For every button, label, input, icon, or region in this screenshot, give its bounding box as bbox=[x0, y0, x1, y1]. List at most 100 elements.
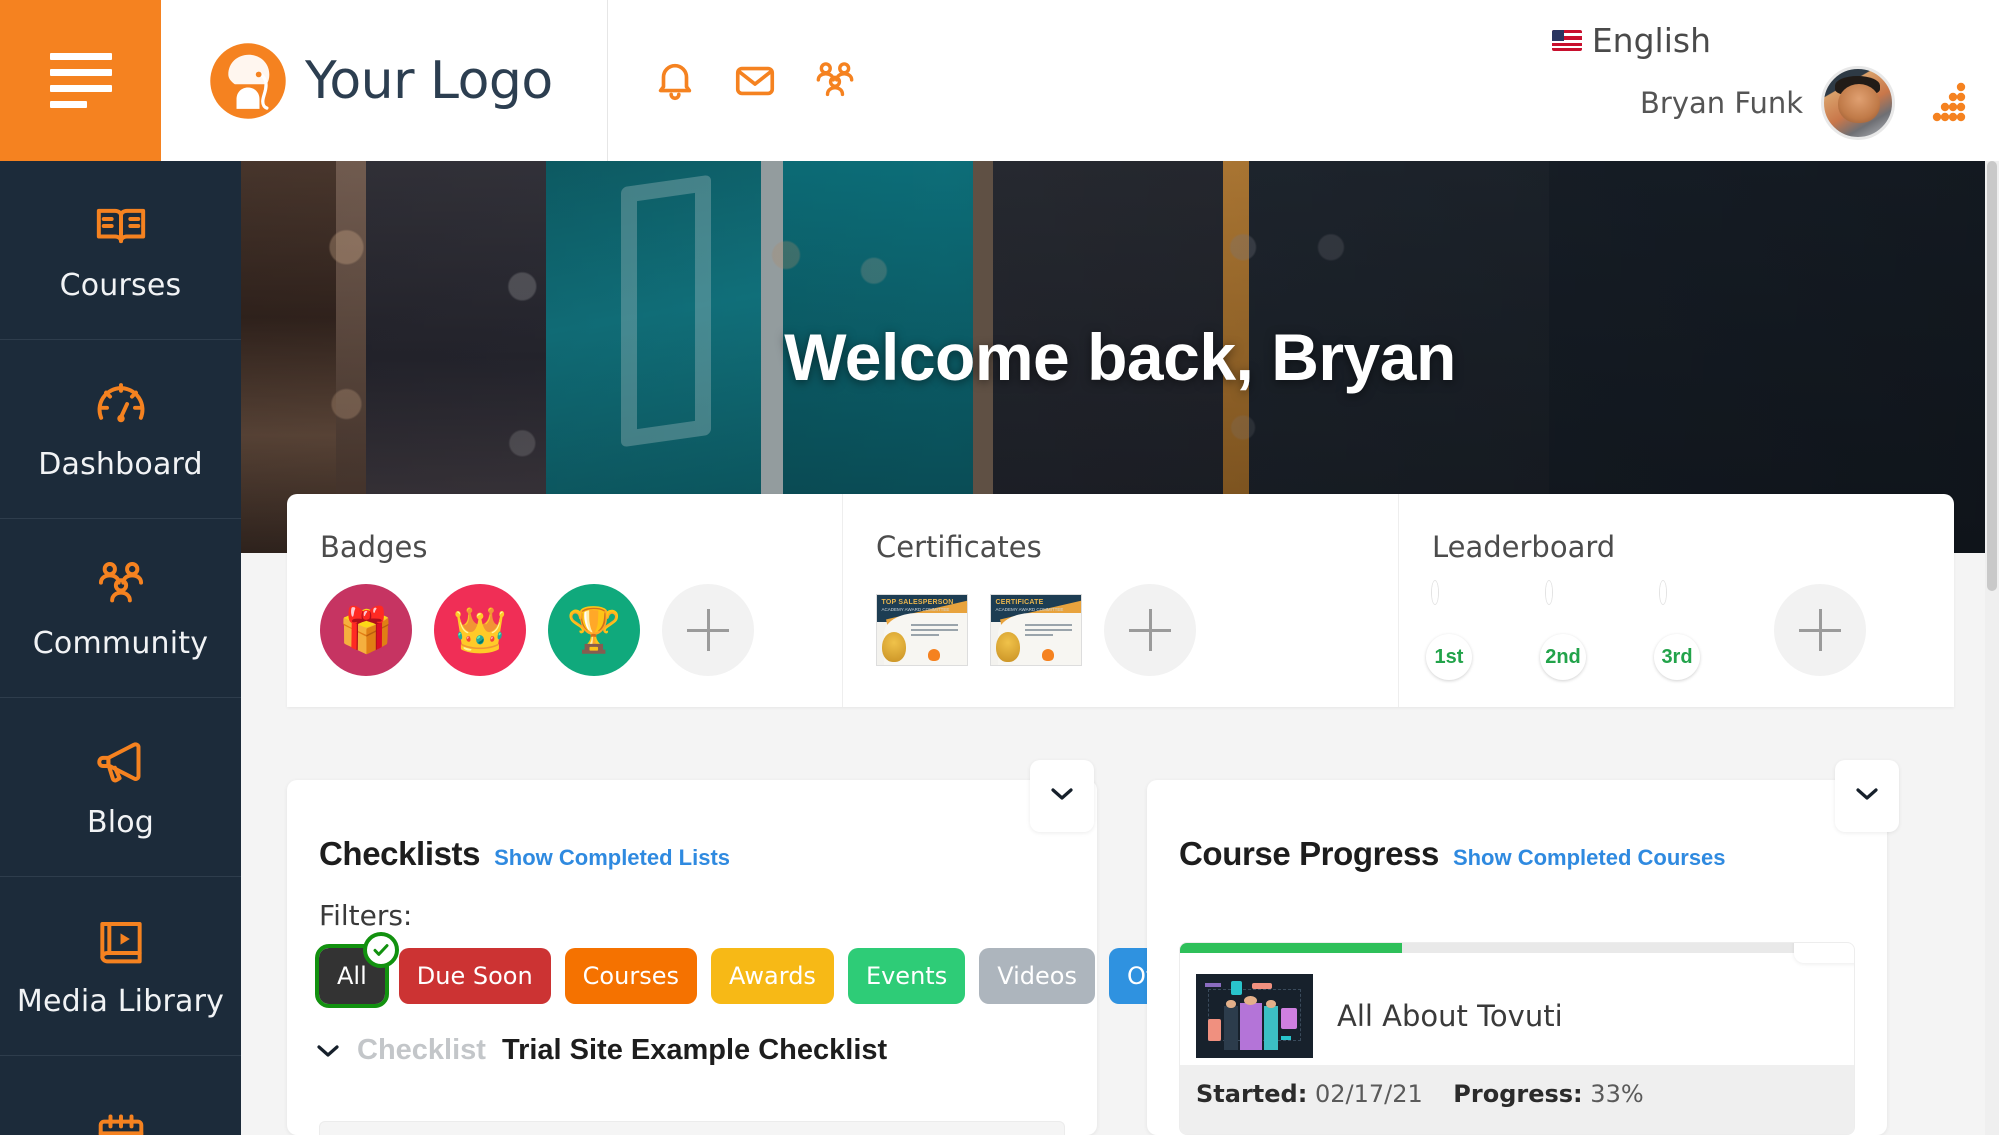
language-label: English bbox=[1591, 21, 1711, 60]
course-progress-panel: Course Progress Show Completed Courses A… bbox=[1147, 760, 1899, 1135]
sidebar-item-dashboard[interactable]: Dashboard bbox=[0, 340, 241, 519]
course-progress-header: Course Progress Show Completed Courses bbox=[1147, 780, 1887, 873]
certificates-title: Certificates bbox=[876, 530, 1042, 564]
apps-grid-icon[interactable] bbox=[1925, 79, 1977, 127]
us-flag-icon bbox=[1551, 30, 1582, 51]
leaderboard-rank: 2nd bbox=[1540, 634, 1586, 680]
top-bar: Your Logo English Bryan Funk bbox=[0, 0, 1999, 161]
video-book-icon bbox=[91, 914, 151, 970]
notifications-bell-icon[interactable] bbox=[652, 58, 698, 104]
add-certificate-button[interactable] bbox=[1104, 584, 1196, 676]
scrollbar-thumb[interactable] bbox=[1987, 161, 1997, 591]
checklist-row[interactable]: Checklist Trial Site Example Checklist bbox=[287, 1004, 1097, 1067]
course-name: All About Tovuti bbox=[1337, 999, 1563, 1033]
open-book-icon bbox=[91, 198, 151, 254]
filter-chip-videos[interactable]: Videos bbox=[979, 948, 1095, 1004]
leaderboard-user-1[interactable]: 1st bbox=[1426, 581, 1524, 680]
user-name: Bryan Funk bbox=[1640, 86, 1803, 120]
leaderboard-rank: 1st bbox=[1426, 634, 1472, 680]
sidebar-item-media-library[interactable]: Media Library bbox=[0, 877, 241, 1056]
badges-section: Badges 🎁 👑 🏆 bbox=[287, 494, 842, 707]
add-leaderboard-user-button[interactable] bbox=[1774, 584, 1866, 676]
course-card[interactable]: All About Tovuti Started: 02/17/21 Progr… bbox=[1179, 942, 1855, 1135]
course-progress-label: Progress: bbox=[1453, 1080, 1583, 1108]
sidebar-item-courses[interactable]: Courses bbox=[0, 161, 241, 340]
filter-chip-due-soon[interactable]: Due Soon bbox=[398, 948, 551, 1004]
megaphone-icon bbox=[91, 735, 151, 791]
filter-chip-label: Awards bbox=[728, 962, 816, 990]
go-to-course-arrow[interactable] bbox=[1794, 943, 1854, 963]
badges-list: 🎁 👑 🏆 bbox=[320, 584, 842, 676]
logo-text: Your Logo bbox=[305, 50, 553, 111]
sidebar-item-community[interactable]: Community bbox=[0, 519, 241, 698]
checklist-filter-row: All Due Soon Courses Awards Events Video… bbox=[287, 932, 1214, 1008]
certificate-thumb-2[interactable]: CERTIFICATE ACADEMY AWARD COMMITTEE bbox=[990, 594, 1082, 666]
filter-chip-awards[interactable]: Awards bbox=[710, 948, 834, 1004]
course-started-value: 02/17/21 bbox=[1314, 1080, 1423, 1108]
hamburger-bars bbox=[49, 53, 112, 108]
leaderboard-section: Leaderboard 1st 2nd 3rd bbox=[1398, 494, 1954, 707]
community-people-icon[interactable] bbox=[812, 58, 858, 104]
certificates-section: Certificates TOP SALESPERSON ACADEMY AWA… bbox=[842, 494, 1398, 707]
avatar[interactable] bbox=[1821, 66, 1895, 140]
language-selector[interactable]: English bbox=[1551, 21, 1977, 60]
checklists-collapse-toggle[interactable] bbox=[1030, 760, 1094, 832]
speedometer-icon bbox=[91, 377, 151, 433]
certificate-thumb-1[interactable]: TOP SALESPERSON ACADEMY AWARD COMMITTEE bbox=[876, 594, 968, 666]
sidebar-item-label: Dashboard bbox=[38, 446, 203, 482]
badges-title: Badges bbox=[320, 530, 428, 564]
logo[interactable]: Your Logo bbox=[161, 0, 608, 161]
checklist-name: Trial Site Example Checklist bbox=[501, 1034, 888, 1066]
show-completed-lists-link[interactable]: Show Completed Lists bbox=[494, 845, 730, 871]
calendar-check-icon bbox=[91, 1110, 151, 1135]
course-progress-title: Course Progress bbox=[1179, 835, 1439, 872]
course-card-body: All About Tovuti bbox=[1180, 953, 1854, 1065]
certificate-2-title: CERTIFICATE bbox=[995, 598, 1044, 606]
sidebar-item-label: Blog bbox=[86, 804, 155, 840]
filter-chip-courses[interactable]: Courses bbox=[564, 948, 697, 1004]
chevron-down-icon[interactable] bbox=[315, 1043, 341, 1059]
filter-chip-all[interactable]: All bbox=[315, 932, 399, 1008]
checklist-kind-label: Checklist bbox=[357, 1034, 486, 1066]
leaderboard-user-2[interactable]: 2nd bbox=[1540, 581, 1638, 680]
course-thumbnail bbox=[1196, 974, 1313, 1058]
course-progress-bar bbox=[1180, 943, 1854, 953]
trophy-badge[interactable]: 🏆 bbox=[548, 584, 640, 676]
chevron-down-icon bbox=[1049, 786, 1075, 807]
people-group-icon bbox=[91, 556, 151, 612]
header-icon-group bbox=[608, 0, 858, 161]
checklists-panel: Checklists Show Completed Lists Filters:… bbox=[287, 760, 1214, 1135]
show-completed-courses-link[interactable]: Show Completed Courses bbox=[1453, 845, 1726, 871]
checklist-item-placeholder bbox=[319, 1121, 1065, 1135]
sidebar-item-events[interactable] bbox=[0, 1056, 241, 1135]
crown-badge[interactable]: 👑 bbox=[434, 584, 526, 676]
leaderboard-rank: 3rd bbox=[1654, 634, 1700, 680]
filter-chip-label: Due Soon bbox=[416, 962, 533, 990]
filter-chip-label: All bbox=[337, 962, 367, 990]
user-menu[interactable]: Bryan Funk bbox=[1640, 66, 1977, 140]
app-root: Your Logo English Bryan Funk Courses Das… bbox=[0, 0, 1999, 1135]
top-bar-right: English Bryan Funk bbox=[1551, 0, 1999, 161]
chevron-down-icon bbox=[1854, 786, 1880, 807]
leaderboard-user-3[interactable]: 3rd bbox=[1654, 581, 1752, 680]
gift-badge[interactable]: 🎁 bbox=[320, 584, 412, 676]
hamburger-menu-icon[interactable] bbox=[0, 0, 161, 161]
elephant-logo-icon bbox=[207, 40, 289, 122]
messages-envelope-icon[interactable] bbox=[732, 58, 778, 104]
page-scrollbar[interactable] bbox=[1985, 161, 1999, 1135]
check-icon bbox=[362, 932, 399, 968]
checklists-header: Checklists Show Completed Lists bbox=[287, 780, 1097, 873]
sidebar-item-blog[interactable]: Blog bbox=[0, 698, 241, 877]
course-progress-fill bbox=[1180, 943, 1403, 953]
course-progress-collapse-toggle[interactable] bbox=[1835, 760, 1899, 832]
sidebar: Courses Dashboard Community Blog Media L… bbox=[0, 161, 241, 1135]
stats-card-row: Badges 🎁 👑 🏆 Certificates TOP SALESPERSO… bbox=[287, 494, 1954, 707]
filter-chip-events[interactable]: Events bbox=[847, 948, 966, 1004]
checklists-title: Checklists bbox=[319, 835, 481, 872]
leaderboard-list: 1st 2nd 3rd bbox=[1426, 581, 1954, 680]
course-started-label: Started: bbox=[1196, 1080, 1308, 1108]
trophy-badge-glyph: 🏆 bbox=[566, 606, 622, 655]
filters-label: Filters: bbox=[319, 899, 413, 932]
leaderboard-title: Leaderboard bbox=[1432, 530, 1616, 564]
add-badge-button[interactable] bbox=[662, 584, 754, 676]
